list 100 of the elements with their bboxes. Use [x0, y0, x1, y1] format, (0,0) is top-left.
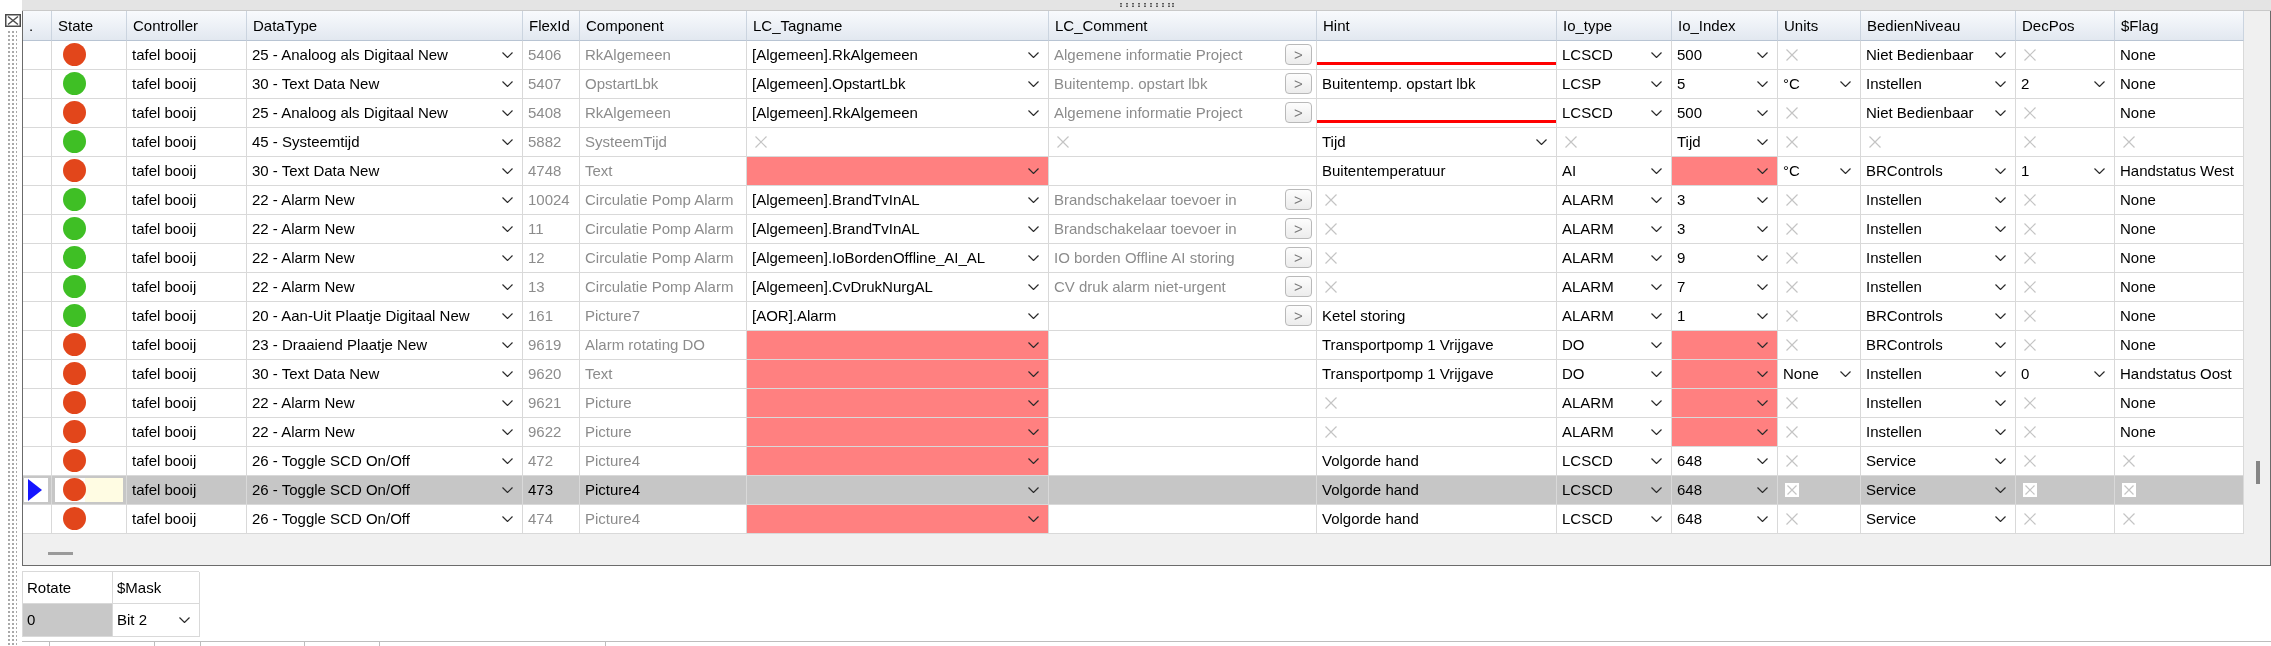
table-row[interactable]: tafel booij 22 - Alarm New 13 Circulatie Pomp Alarm [Algemeen].CvDrukNurgAL CV druk alarm niet-urgent > ALARM 7 Instellen None: [23, 272, 2244, 302]
table-row[interactable]: tafel booij 23 - Draaiend Plaatje New 9619 Alarm rotating DO Transportpomp 1 Vrijgave DO BRControls None: [23, 330, 2244, 360]
detail-button[interactable]: >: [1285, 102, 1312, 124]
dropdown[interactable]: ALARM: [1557, 214, 1672, 244]
dropdown[interactable]: 30 - Text Data New: [247, 69, 523, 99]
dropdown[interactable]: BRControls: [1861, 156, 2016, 186]
dropdown[interactable]: Instellen: [1861, 243, 2016, 273]
dropdown[interactable]: [747, 330, 1049, 360]
dropdown[interactable]: [747, 475, 1049, 505]
dropdown[interactable]: 648: [1672, 475, 1778, 505]
dropdown[interactable]: [Algemeen].RkAlgemeen: [747, 40, 1049, 70]
scrollbar-thumb[interactable]: [2256, 460, 2260, 484]
table-row[interactable]: tafel booij 26 - Toggle SCD On/Off 472 Picture4 Volgorde hand LCSCD 648 Service: [23, 446, 2244, 476]
dropdown[interactable]: LCSCD: [1557, 446, 1672, 476]
table-row[interactable]: tafel booij 22 - Alarm New 11 Circulatie Pomp Alarm [Algemeen].BrandTvInAL Brandschakelaar toevoer in > ALARM 3 Instellen None: [23, 214, 2244, 244]
dropdown[interactable]: 648: [1672, 504, 1778, 534]
dropdown[interactable]: [1672, 417, 1778, 447]
dropdown[interactable]: ALARM: [1557, 185, 1672, 215]
column-header[interactable]: Io_Index: [1672, 10, 1778, 41]
detail-button[interactable]: >: [1285, 218, 1312, 240]
column-header[interactable]: Hint: [1317, 10, 1557, 41]
dropdown[interactable]: Service: [1861, 475, 2016, 505]
dropdown[interactable]: 22 - Alarm New: [247, 243, 523, 273]
dropdown[interactable]: Niet Bedienbaar: [1861, 40, 2016, 70]
column-header[interactable]: BedienNiveau: [1861, 10, 2016, 41]
column-header[interactable]: .: [23, 10, 52, 41]
dropdown[interactable]: °C: [1778, 69, 1861, 99]
dropdown[interactable]: Instellen: [1861, 69, 2016, 99]
dropdown[interactable]: 9: [1672, 243, 1778, 273]
dropdown[interactable]: 2: [2016, 69, 2115, 99]
detail-button[interactable]: >: [1285, 73, 1312, 95]
focused-cell[interactable]: [55, 477, 123, 502]
vertical-scrollbar[interactable]: [2244, 10, 2270, 534]
dropdown[interactable]: BRControls: [1861, 330, 2016, 360]
column-header[interactable]: DecPos: [2016, 10, 2115, 41]
dropdown[interactable]: 22 - Alarm New: [247, 417, 523, 447]
dropdown[interactable]: 22 - Alarm New: [247, 388, 523, 418]
dropdown[interactable]: [Algemeen].BrandTvInAL: [747, 185, 1049, 215]
table-row[interactable]: tafel booij 30 - Text Data New 9620 Text Transportpomp 1 Vrijgave DO None Instellen 0 Handstatus Oost: [23, 359, 2244, 389]
dropdown[interactable]: [Algemeen].OpstartLbk: [747, 69, 1049, 99]
table-row[interactable]: tafel booij 22 - Alarm New 10024 Circulatie Pomp Alarm [Algemeen].BrandTvInAL Brandschakelaar toevoer in > ALARM 3 Instellen None: [23, 185, 2244, 215]
dropdown[interactable]: 23 - Draaiend Plaatje New: [247, 330, 523, 360]
detail-button[interactable]: >: [1285, 44, 1312, 66]
dropdown[interactable]: None: [1778, 359, 1861, 389]
dropdown[interactable]: 26 - Toggle SCD On/Off: [247, 446, 523, 476]
dropdown[interactable]: 500: [1672, 98, 1778, 128]
dropdown[interactable]: 3: [1672, 214, 1778, 244]
column-header[interactable]: LC_Tagname: [747, 10, 1049, 41]
dropdown[interactable]: [747, 417, 1049, 447]
dropdown[interactable]: BRControls: [1861, 301, 2016, 331]
dropdown[interactable]: [1672, 388, 1778, 418]
dropdown[interactable]: 25 - Analoog als Digitaal New: [247, 98, 523, 128]
dropdown[interactable]: Instellen: [1861, 272, 2016, 302]
property-value[interactable]: 0: [23, 603, 113, 637]
dropdown[interactable]: Tijd: [1672, 127, 1778, 157]
dropdown[interactable]: LCSCD: [1557, 504, 1672, 534]
dropdown[interactable]: Niet Bedienbaar: [1861, 98, 2016, 128]
grip-icon[interactable]: [1119, 2, 1174, 7]
dropdown[interactable]: [747, 504, 1049, 534]
table-row[interactable]: tafel booij 25 - Analoog als Digitaal New 5408 RkAlgemeen [Algemeen].RkAlgemeen Algemene informatie Project > LCSCD 500 Niet Bedienbaar None: [23, 98, 2244, 128]
dropdown[interactable]: Service: [1861, 446, 2016, 476]
dropdown[interactable]: [1672, 156, 1778, 186]
dropdown[interactable]: [747, 388, 1049, 418]
column-header[interactable]: Io_type: [1557, 10, 1672, 41]
dropdown[interactable]: 500: [1672, 40, 1778, 70]
dropdown[interactable]: Bit 2: [113, 603, 200, 637]
horizontal-scrollbar[interactable]: [23, 533, 2270, 565]
column-header[interactable]: LC_Comment: [1049, 10, 1317, 41]
column-header[interactable]: Controller: [127, 10, 247, 41]
column-header[interactable]: DataType: [247, 10, 523, 41]
dropdown[interactable]: 26 - Toggle SCD On/Off: [247, 475, 523, 505]
detail-button[interactable]: >: [1285, 276, 1312, 298]
dropdown[interactable]: Instellen: [1861, 185, 2016, 215]
dropdown[interactable]: [AOR].Alarm: [747, 301, 1049, 331]
dropdown[interactable]: 22 - Alarm New: [247, 185, 523, 215]
detail-button[interactable]: >: [1285, 189, 1312, 211]
table-row[interactable]: tafel booij 30 - Text Data New 4748 Text Buitentemperatuur AI °C BRControls 1 Handstatus West: [23, 156, 2244, 186]
dropdown[interactable]: LCSCD: [1557, 98, 1672, 128]
dropdown[interactable]: 30 - Text Data New: [247, 359, 523, 389]
table-row[interactable]: tafel booij 25 - Analoog als Digitaal New 5406 RkAlgemeen [Algemeen].RkAlgemeen Algemene informatie Project > LCSCD 500 Niet Bedienbaar None: [23, 40, 2244, 70]
dropdown[interactable]: [Algemeen].CvDrukNurgAL: [747, 272, 1049, 302]
dropdown[interactable]: [1672, 359, 1778, 389]
dropdown[interactable]: 1: [2016, 156, 2115, 186]
table-row[interactable]: tafel booij 22 - Alarm New 9622 Picture ALARM Instellen None: [23, 417, 2244, 447]
dropdown[interactable]: 26 - Toggle SCD On/Off: [247, 504, 523, 534]
dropdown[interactable]: °C: [1778, 156, 1861, 186]
scrollbar-thumb[interactable]: [48, 551, 73, 555]
dropdown[interactable]: ALARM: [1557, 301, 1672, 331]
dropdown[interactable]: Service: [1861, 504, 2016, 534]
dropdown[interactable]: 22 - Alarm New: [247, 214, 523, 244]
dropdown[interactable]: LCSP: [1557, 69, 1672, 99]
column-header[interactable]: $Flag: [2115, 10, 2244, 41]
dropdown[interactable]: ALARM: [1557, 243, 1672, 273]
table-row[interactable]: tafel booij 22 - Alarm New 9621 Picture ALARM Instellen None: [23, 388, 2244, 418]
dropdown[interactable]: 25 - Analoog als Digitaal New: [247, 40, 523, 70]
dropdown[interactable]: 7: [1672, 272, 1778, 302]
dropdown[interactable]: [Algemeen].BrandTvInAL: [747, 214, 1049, 244]
table-row[interactable]: tafel booij 45 - Systeemtijd 5882 SysteemTijd Tijd Tijd: [23, 127, 2244, 157]
dropdown[interactable]: ALARM: [1557, 272, 1672, 302]
dropdown[interactable]: Instellen: [1861, 388, 2016, 418]
